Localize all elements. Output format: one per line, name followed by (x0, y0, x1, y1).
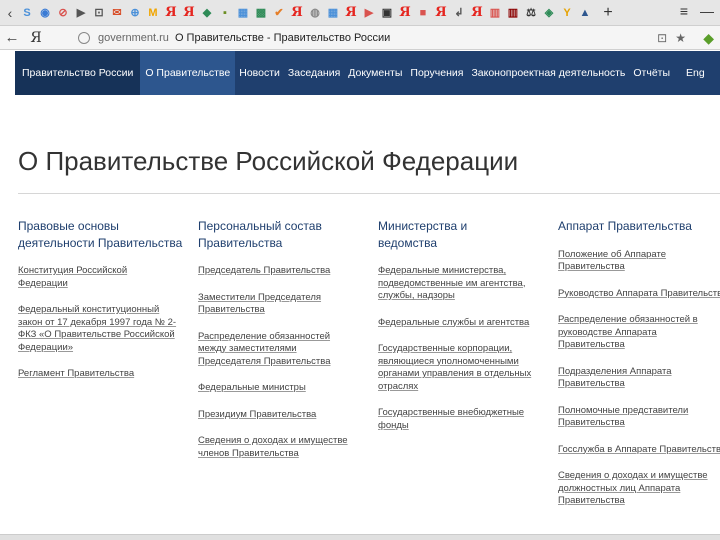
nav-documents[interactable]: Документы (344, 51, 406, 95)
tab-favicon-icon[interactable]: ▦ (235, 4, 252, 21)
tab-strip: ‹ S ◉ ⊘ ▶ ⊡ ✉ ⊕ M Я Я ◆ ▪ ▦ ▩ ✔ Я ◍ ▦ Я ▶ ▣ Я ■ Я ↲ Я ▥ ▥ ⚖ ◈ Y ▲ + ≡ — (0, 0, 720, 26)
link-constitutional-law[interactable]: Федеральный конституционный закон от 17 … (18, 304, 178, 354)
tab-favicon-icon[interactable]: ✔ (271, 4, 288, 21)
nav-reports[interactable]: Отчёты (629, 51, 674, 95)
tab-favicon-icon[interactable]: Я (289, 4, 306, 21)
link-federal-services[interactable]: Федеральные службы и агентства (378, 317, 543, 330)
link-federal-ministers[interactable]: Федеральные министры (198, 382, 363, 395)
tab-favicon-icon[interactable]: Я (163, 4, 180, 21)
tab-favicon-icon[interactable]: Y (559, 4, 576, 21)
nav-home[interactable]: Правительство России (15, 51, 141, 95)
tab-favicon-icon[interactable]: M (145, 4, 162, 21)
tab-favicon-icon[interactable]: ▶ (361, 4, 378, 21)
link-extrabudgetary-funds[interactable]: Государственные внебюджетные фонды (378, 407, 533, 432)
tab-favicon-icon[interactable]: ▦ (325, 4, 342, 21)
tab-favicon-icon[interactable]: ⊡ (91, 4, 108, 21)
new-tab-button[interactable]: + (598, 2, 618, 24)
menu-icon[interactable]: ≡ (680, 3, 688, 19)
yandex-logo[interactable]: Я (24, 30, 48, 46)
column-heading[interactable]: Правовые основы деятельности Правительст… (18, 218, 183, 251)
nav-instructions[interactable]: Поручения (406, 51, 467, 95)
bookmark-star-icon[interactable]: ★ (675, 31, 686, 45)
url-page-title: О Правительстве - Правительство России (174, 32, 391, 44)
page-info-icon[interactable] (78, 32, 90, 44)
tab-favicon-icon[interactable]: ⚖ (523, 4, 540, 21)
link-presidium[interactable]: Президиум Правительства (198, 409, 363, 422)
link-apparatus-leadership[interactable]: Руководство Аппарата Правительства (558, 288, 720, 301)
nav-news[interactable]: Новости (235, 51, 284, 95)
tab-favicon-icon[interactable]: ◍ (307, 4, 324, 21)
page-title: О Правительстве Российской Федерации (18, 146, 519, 176)
tab-favicon-icon[interactable]: ▣ (379, 4, 396, 21)
link-federal-ministries[interactable]: Федеральные министерства, подведомственн… (378, 265, 533, 303)
tab-favicon-icon[interactable]: ⊕ (127, 4, 144, 21)
reader-mode-icon[interactable]: ⊡ (657, 31, 667, 45)
minimize-icon[interactable]: — (700, 3, 714, 19)
nav-legislation[interactable]: Законопроектная деятельность (467, 51, 629, 95)
link-civil-service[interactable]: Госслужба в Аппарате Правительства (558, 444, 720, 457)
title-divider (18, 193, 720, 194)
tab-favicon-icon[interactable]: ◉ (37, 4, 54, 21)
tab-favicon-icon[interactable]: ◆ (199, 4, 216, 21)
link-apparatus-income[interactable]: Сведения о доходах и имуществе должностн… (558, 470, 716, 508)
column-heading[interactable]: Персональный состав Правительства (198, 218, 363, 251)
link-state-corporations[interactable]: Государственные корпорации, являющиеся у… (378, 343, 538, 393)
tab-favicon-icon[interactable]: Я (469, 4, 486, 21)
link-apparatus-duties[interactable]: Распределение обязанностей в руководстве… (558, 314, 720, 352)
link-deputies[interactable]: Заместители Председателя Правительства (198, 292, 328, 317)
column-heading[interactable]: Аппарат Правительства (558, 218, 720, 235)
link-regulations[interactable]: Регламент Правительства (18, 368, 183, 381)
tab-favicon-icon[interactable]: ✉ (109, 4, 126, 21)
tab-favicon-icon[interactable]: ▩ (253, 4, 270, 21)
tab-favicon-icon[interactable]: ⊘ (55, 4, 72, 21)
tab-favicon-icon[interactable]: ▶ (73, 4, 90, 21)
tab-favicon-icon[interactable]: Я (343, 4, 360, 21)
tab-favicon-icon[interactable]: Я (181, 4, 198, 21)
tab-favicon-icon[interactable]: ▥ (487, 4, 504, 21)
tab-favicon-icon[interactable]: ▪ (217, 4, 234, 21)
tab-favicon-icon[interactable]: ↲ (451, 4, 468, 21)
column-heading[interactable]: Министерства и ведомства (378, 218, 488, 251)
nav-about[interactable]: О Правительстве (140, 51, 236, 95)
link-apparatus-divisions[interactable]: Подразделения Аппарата Правительства (558, 366, 683, 391)
tabs-scroll-left-icon[interactable]: ‹ (2, 2, 18, 24)
link-income-info[interactable]: Сведения о доходах и имуществе членов Пр… (198, 435, 356, 460)
window-controls: ≡ — (680, 3, 714, 19)
link-chairman[interactable]: Председатель Правительства (198, 265, 363, 278)
back-arrow-icon[interactable]: ← (0, 29, 24, 46)
url-field[interactable]: government.ru О Правительстве - Правител… (78, 29, 690, 47)
url-actions: ⊡ ★ (657, 31, 686, 45)
nav-meetings[interactable]: Заседания (284, 51, 344, 95)
nav-english[interactable]: Eng (682, 51, 709, 95)
tab-favicon-icon[interactable]: ▥ (505, 4, 522, 21)
column-personnel: Персональный состав Правительства Предсе… (198, 218, 363, 474)
link-duties-distribution[interactable]: Распределение обязанностей между замести… (198, 331, 338, 369)
column-apparatus: Аппарат Правительства Положение об Аппар… (558, 218, 720, 522)
link-constitution[interactable]: Конституция Российской Федерации (18, 265, 143, 290)
link-apparatus-regulation[interactable]: Положение об Аппарате Правительства (558, 249, 678, 274)
extension-icon[interactable]: ◆ (703, 30, 714, 47)
tab-favicon-icon[interactable]: Я (433, 4, 450, 21)
tab-favicon-icon[interactable]: ▲ (577, 4, 594, 21)
link-plenipotentiaries[interactable]: Полномочные представители Правительства (558, 405, 698, 430)
tab-favicon-icon[interactable]: ■ (415, 4, 432, 21)
url-domain: government.ru (98, 32, 169, 44)
horizontal-scrollbar[interactable] (0, 534, 720, 540)
pinned-tabs: S ◉ ⊘ ▶ ⊡ ✉ ⊕ M Я Я ◆ ▪ ▦ ▩ ✔ Я ◍ ▦ Я ▶ ▣ Я ■ Я ↲ Я ▥ ▥ ⚖ ◈ Y ▲ (18, 4, 594, 21)
column-ministries: Министерства и ведомства Федеральные мин… (378, 218, 543, 446)
column-legal-basis: Правовые основы деятельности Правительст… (18, 218, 183, 395)
tab-favicon-icon[interactable]: Я (397, 4, 414, 21)
tab-favicon-icon[interactable]: S (19, 4, 36, 21)
address-bar: ← Я government.ru О Правительстве - Прав… (0, 26, 720, 50)
tab-favicon-icon[interactable]: ◈ (541, 4, 558, 21)
site-nav: Правительство России О Правительстве Нов… (15, 51, 720, 95)
